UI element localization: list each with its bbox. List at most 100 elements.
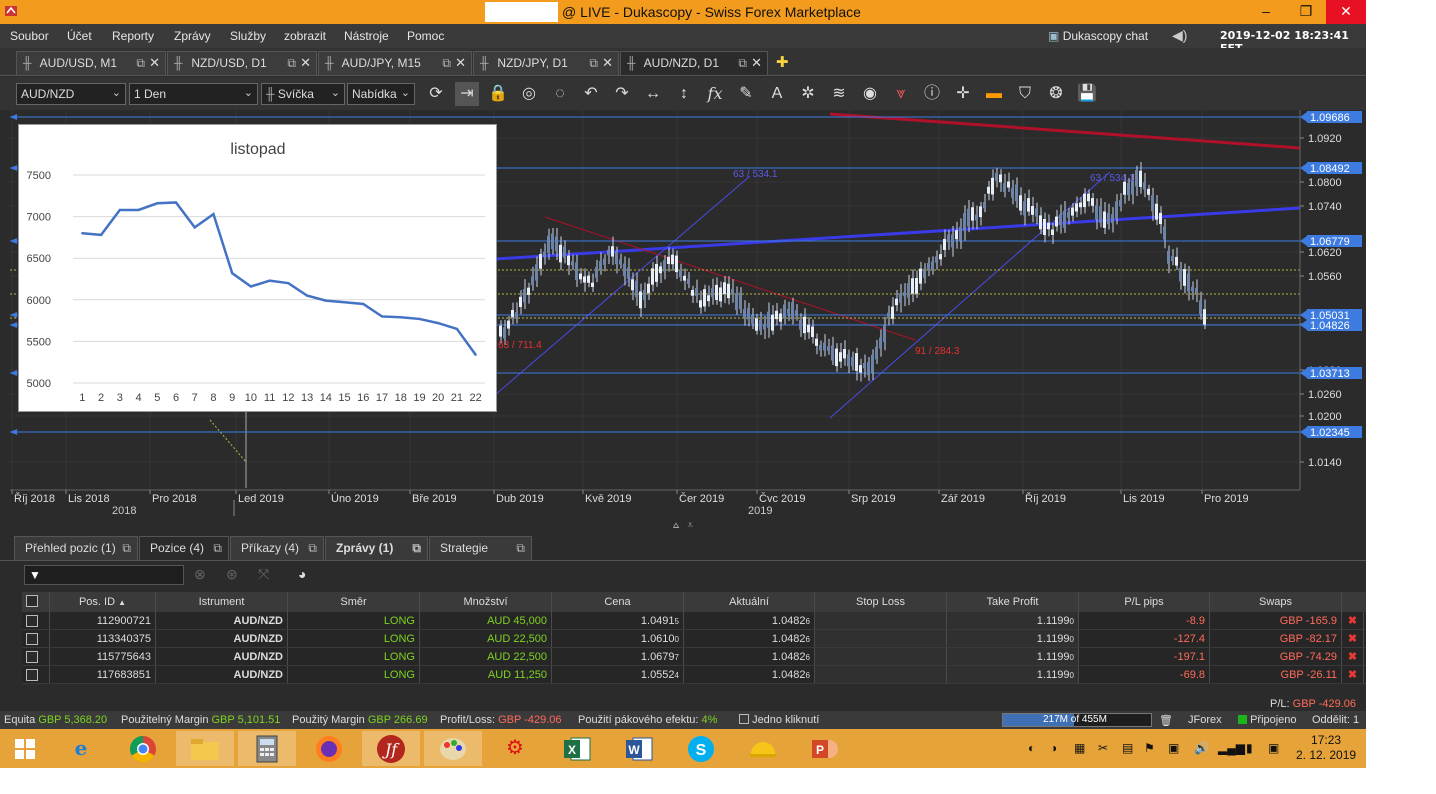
popout-icon[interactable]: ⧉ [516, 537, 525, 560]
notification-icon[interactable]: ▣ [1268, 741, 1279, 755]
row-checkbox[interactable] [26, 615, 38, 627]
col-amount[interactable]: Množství [420, 592, 552, 612]
redo-icon[interactable]: ↷ [610, 82, 634, 106]
helmet-app-icon[interactable] [734, 731, 792, 766]
clear-filter-icon[interactable]: ⊗ [194, 566, 206, 583]
firefox-icon[interactable] [300, 731, 358, 766]
close-position-icon[interactable]: ✖ [1342, 648, 1364, 665]
menu-ucet[interactable]: Účet [67, 29, 92, 43]
menu-zpravy[interactable]: Zprávy [174, 29, 211, 43]
word-icon[interactable]: W [610, 731, 668, 766]
volume-icon[interactable]: 🔊 [1194, 741, 1209, 755]
close-tab-icon[interactable]: ✕ [300, 52, 311, 74]
stop-loss[interactable] [815, 630, 947, 647]
stop-loss[interactable] [815, 648, 947, 665]
internet-explorer-icon[interactable]: e [52, 731, 110, 766]
menu-reporty[interactable]: Reporty [112, 29, 154, 43]
col-current[interactable]: Aktuální [684, 592, 815, 612]
take-profit[interactable]: 1.11990 [947, 612, 1079, 629]
menu-pomoc[interactable]: Pomoc [407, 29, 444, 43]
tab-positions[interactable]: Pozice (4) ⧉ [139, 536, 229, 561]
popout-icon[interactable]: ⧉ [589, 52, 598, 74]
table-row[interactable]: 117683851 AUD/NZD LONG AUD 11,250 1.05524 1.0… [22, 666, 1366, 684]
tray-app-icon[interactable]: ▦ [1074, 741, 1085, 755]
tab-aud-nzd[interactable]: ╫ AUD/NZD, D1 ⧉ ✕ [620, 51, 768, 75]
vertical-scale-icon[interactable]: ↕ [672, 82, 696, 106]
undo-icon[interactable]: ↶ [579, 82, 603, 106]
menu-zobrazit[interactable]: zobrazit [284, 29, 326, 43]
col-instrument[interactable]: Istrument [156, 592, 288, 612]
powerpoint-icon[interactable]: P [796, 731, 854, 766]
close-tab-icon[interactable]: ✕ [602, 52, 613, 74]
tray-app-icon[interactable]: ◑ [1050, 741, 1057, 755]
battery-icon[interactable]: ▮ [1246, 741, 1253, 755]
take-profit[interactable]: 1.11990 [947, 666, 1079, 683]
paint-icon[interactable] [424, 731, 482, 766]
col-stop-loss[interactable]: Stop Loss [815, 592, 947, 612]
shift-chart-icon[interactable]: ⇥ [455, 82, 479, 106]
memory-gauge[interactable]: 217M of 455M [1002, 713, 1152, 727]
start-icon[interactable] [0, 731, 50, 766]
zoom-icon[interactable]: ◎ [517, 82, 541, 106]
table-row[interactable]: 115775643 AUD/NZD LONG AUD 22,500 1.06797 1.0… [22, 648, 1366, 666]
close-position-icon[interactable]: ✖ [1342, 612, 1364, 629]
table-row[interactable]: 112900721 AUD/NZD LONG AUD 45,000 1.04915 1.0… [22, 612, 1366, 630]
menu-sluzby[interactable]: Služby [230, 29, 266, 43]
col-pl-pips[interactable]: P/L pips [1079, 592, 1210, 612]
jforex-icon[interactable]: Jf [362, 731, 420, 766]
select-all-cell[interactable] [22, 592, 50, 612]
eye-icon[interactable]: ◉ [858, 82, 882, 106]
save-icon[interactable]: 💾 [1075, 82, 1099, 106]
col-direction[interactable]: Směr [288, 592, 420, 612]
close-button[interactable]: ✕ [1326, 0, 1366, 24]
row-checkbox[interactable] [26, 633, 38, 645]
col-take-profit[interactable]: Take Profit [947, 592, 1079, 612]
pattern-icon[interactable]: ✲ [796, 82, 820, 106]
take-profit[interactable]: 1.11990 [947, 630, 1079, 647]
time-axis[interactable]: Říj 2018 Lis 2018 Pro 2018 Led 2019 Úno 2019… [11, 490, 1249, 505]
nvidia-icon[interactable]: ▣ [1168, 741, 1179, 755]
row-select-cell[interactable] [22, 648, 50, 665]
row-checkbox[interactable] [26, 651, 38, 663]
close-tab-icon[interactable]: ✕ [149, 52, 160, 74]
popout-icon[interactable]: ⧉ [308, 537, 317, 560]
popout-icon[interactable]: ⧉ [738, 52, 747, 74]
row-checkbox[interactable] [26, 669, 38, 681]
tab-orders[interactable]: Příkazy (4) ⧉ [230, 536, 324, 561]
theme-icon[interactable]: ❂ [1044, 82, 1068, 106]
pencil-icon[interactable]: ✎ [734, 82, 758, 106]
settings-gear-icon[interactable]: ⚙ [486, 731, 544, 766]
one-click-checkbox[interactable] [739, 714, 749, 724]
chat-button[interactable]: ▣ Dukascopy chat [1048, 29, 1148, 43]
tab-positions-overview[interactable]: Přehled pozic (1) ⧉ [14, 536, 138, 561]
tab-nzd-jpy[interactable]: ╫ NZD/JPY, D1 ⧉ ✕ [473, 51, 619, 75]
indicators-icon[interactable]: fx [703, 82, 727, 106]
popout-icon[interactable]: ⧉ [442, 52, 451, 74]
row-select-cell[interactable] [22, 666, 50, 683]
select-all-checkbox[interactable] [26, 595, 38, 607]
file-explorer-icon[interactable] [176, 731, 234, 766]
chrome-icon[interactable] [114, 731, 172, 766]
take-profit[interactable]: 1.11990 [947, 648, 1079, 665]
tab-messages[interactable]: Zprávy (1) ⧉ [325, 536, 428, 561]
refresh-icon[interactable]: ⟳ [424, 82, 448, 106]
stop-loss[interactable] [815, 666, 947, 683]
horizontal-scale-icon[interactable]: ↔ [641, 82, 665, 106]
tray-clock[interactable]: 17:23 2. 12. 2019 [1296, 733, 1356, 763]
close-all-icon[interactable]: ⊛ [226, 566, 238, 583]
collapse-up-icon[interactable]: ⩟ [673, 520, 679, 531]
instrument-select[interactable]: AUD/NZD ⌄ [16, 83, 126, 105]
stop-loss[interactable] [815, 612, 947, 629]
tab-aud-jpy[interactable]: ╫ AUD/JPY, M15 ⧉ ✕ [318, 51, 472, 75]
popout-icon[interactable]: ⧉ [122, 537, 131, 560]
close-position-icon[interactable]: ✖ [1342, 666, 1364, 683]
panel-splitter[interactable]: ⩟ ⩡ [0, 520, 1366, 534]
speaker-icon[interactable]: ◀) [1172, 27, 1187, 44]
tray-app-icon[interactable]: ✂ [1098, 741, 1108, 755]
ruler-icon[interactable]: ▬ [982, 82, 1006, 106]
skype-icon[interactable]: S [672, 731, 730, 766]
layers-icon[interactable]: ≋ [827, 82, 851, 106]
row-select-cell[interactable] [22, 630, 50, 647]
menu-soubor[interactable]: Soubor [10, 29, 49, 43]
table-row[interactable]: 113340375 AUD/NZD LONG AUD 22,500 1.06100 1.0… [22, 630, 1366, 648]
